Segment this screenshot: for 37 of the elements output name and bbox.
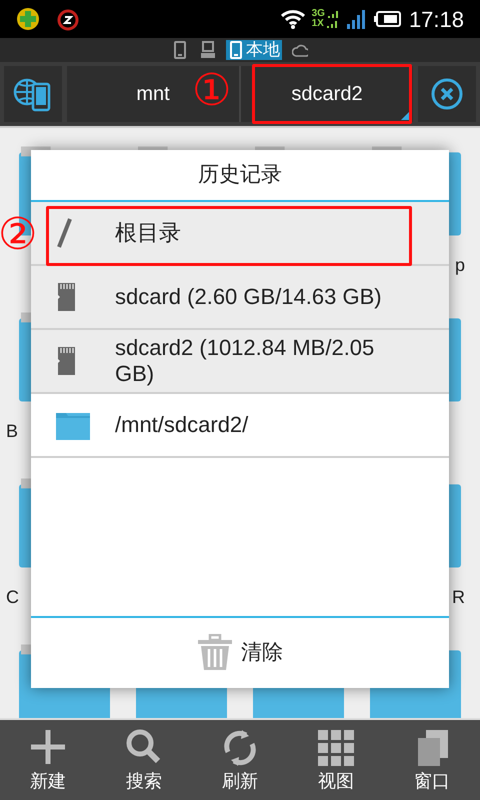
wifi-icon xyxy=(280,8,306,30)
memory-card-icon xyxy=(55,281,77,313)
memory-card-icon xyxy=(55,345,77,377)
toolbar-button[interactable]: 搜索 xyxy=(104,728,184,792)
annotation-number: ① xyxy=(192,66,232,116)
device-button[interactable] xyxy=(4,66,62,122)
computer-icon xyxy=(200,41,216,59)
battery-icon xyxy=(372,10,401,28)
toolbar-button[interactable]: 新建 xyxy=(8,728,88,792)
folder-label: B xyxy=(6,420,18,443)
storage-tab[interactable]: 本地 xyxy=(226,40,282,60)
folder-label: p xyxy=(454,254,465,277)
phone-icon xyxy=(172,41,188,59)
signal-icon xyxy=(326,9,339,19)
toolbar-button[interactable]: 视图 xyxy=(296,728,376,792)
history-item[interactable]: sdcard2 (1012.84 MB/2.05 GB) xyxy=(31,330,449,394)
close-icon xyxy=(430,77,464,111)
history-item[interactable]: /mnt/sdcard2/ xyxy=(31,394,449,458)
storage-tab[interactable] xyxy=(198,40,218,60)
alarm-clock-icon xyxy=(56,7,80,31)
network-type: 3G xyxy=(312,9,325,19)
folder-label: C xyxy=(6,586,19,609)
toolbar-button[interactable]: 刷新 xyxy=(200,728,280,792)
slash-icon xyxy=(55,217,73,249)
trash-icon xyxy=(197,634,233,672)
signal-icon xyxy=(344,8,367,30)
close-button[interactable] xyxy=(418,66,476,122)
phone-icon xyxy=(228,41,244,59)
app-icon xyxy=(16,7,40,31)
signal-icon xyxy=(326,19,338,29)
network-type: 1X xyxy=(312,19,324,29)
folder-label: R xyxy=(452,586,465,609)
history-item[interactable]: sdcard (2.60 GB/14.63 GB) xyxy=(31,266,449,330)
clear-button[interactable]: 清除 xyxy=(31,616,449,688)
clock-time: 17:18 xyxy=(408,6,464,34)
grid-icon xyxy=(316,728,356,768)
toolbar-button[interactable]: 窗口 xyxy=(392,728,472,792)
